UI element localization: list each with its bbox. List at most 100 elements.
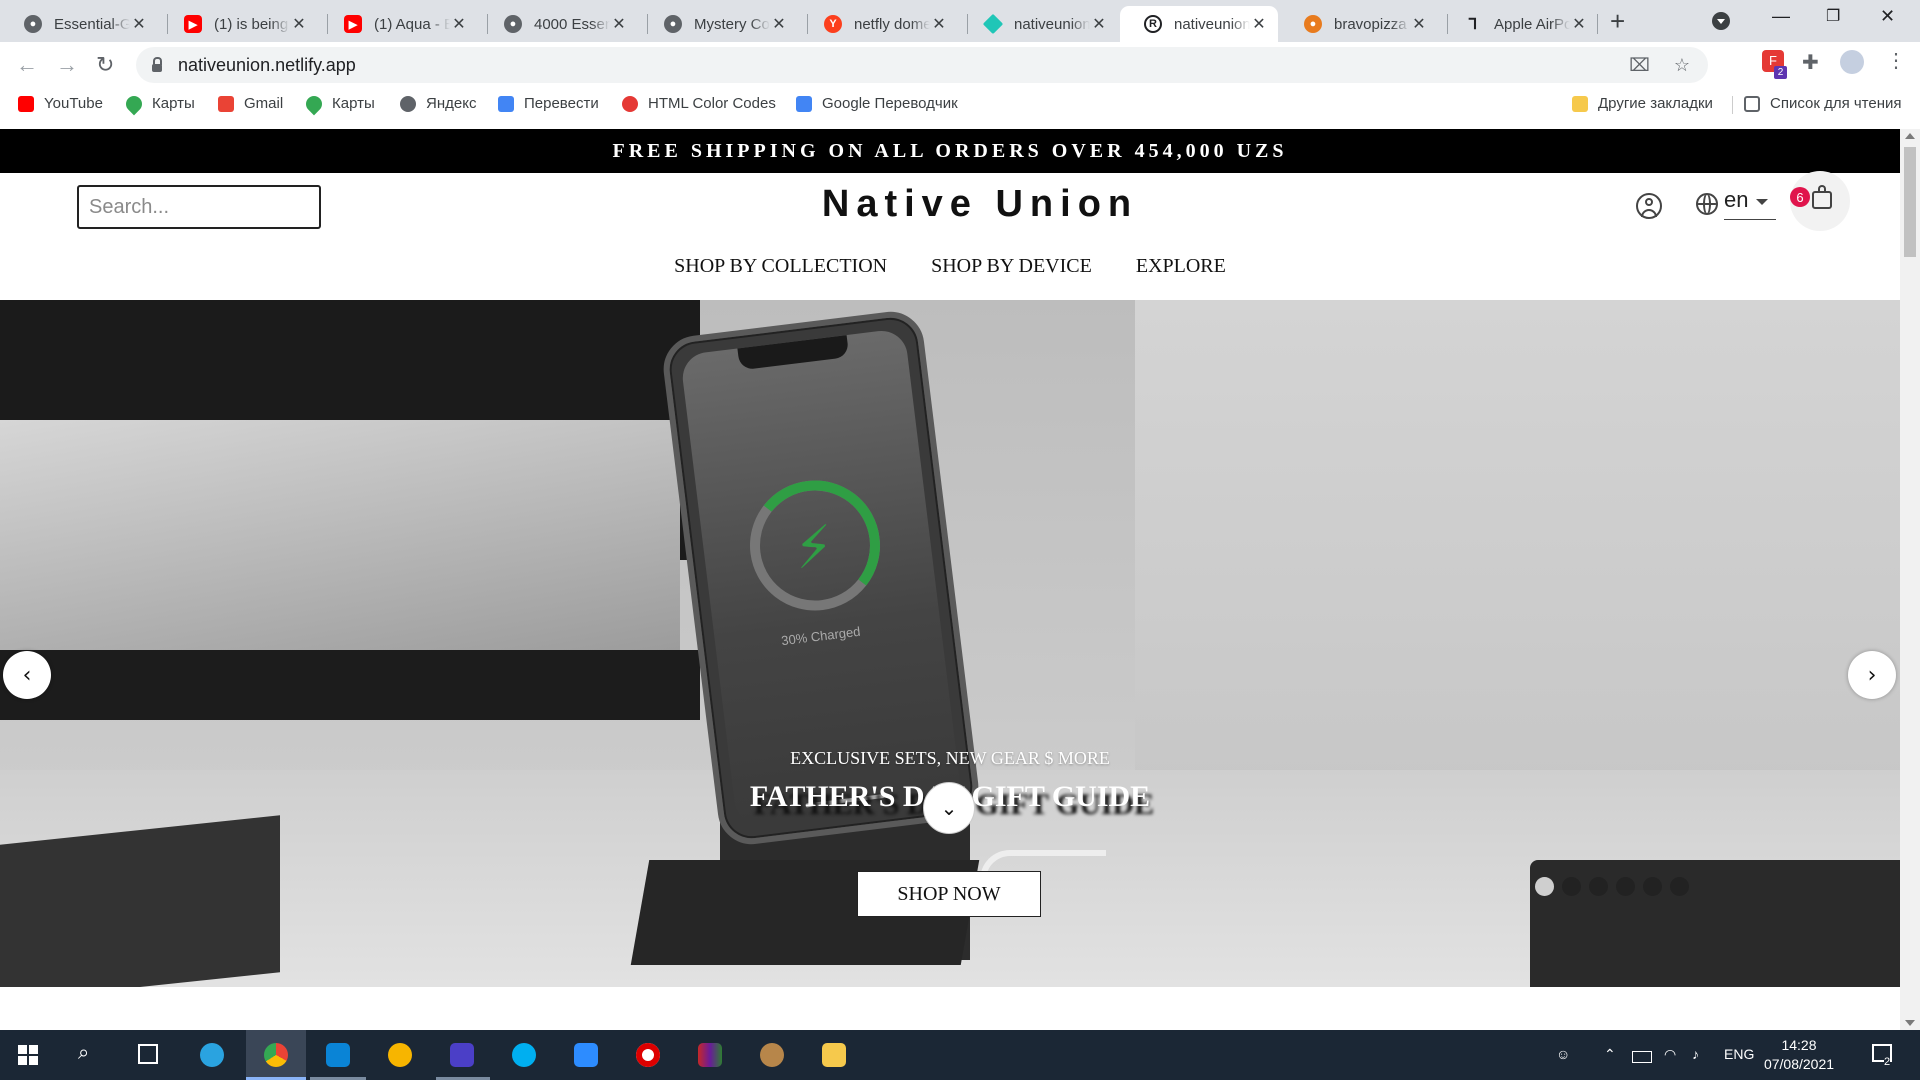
scrollbar-thumb[interactable] <box>1904 147 1916 257</box>
windows-start-icon[interactable] <box>18 1045 38 1065</box>
browser-tab[interactable]: ▶ (1) Aqua - B ✕ <box>320 6 478 42</box>
close-tab-icon[interactable]: ✕ <box>1410 14 1428 34</box>
vscode-icon[interactable] <box>326 1043 350 1067</box>
browser-tab-active[interactable]: R nativeunion ✕ <box>1120 6 1278 42</box>
winrar-icon[interactable] <box>698 1043 722 1067</box>
file-explorer-icon[interactable] <box>822 1043 846 1067</box>
browser-tab[interactable]: ● 4000 Essent ✕ <box>480 6 638 42</box>
search-input[interactable] <box>77 185 321 229</box>
cart-button[interactable]: 6 <box>1790 171 1850 231</box>
wifi-icon[interactable]: ◠ <box>1664 1046 1676 1063</box>
forward-button[interactable]: → <box>56 52 78 78</box>
zoom-icon[interactable] <box>574 1043 598 1067</box>
carousel-dot[interactable] <box>1535 877 1554 896</box>
restore-button[interactable]: ❐ <box>1826 6 1840 26</box>
bookmark-google-translate[interactable]: Google Переводчик <box>796 95 958 112</box>
globe-icon: ● <box>24 15 42 33</box>
scroll-down-button[interactable]: ⌄ <box>923 782 975 834</box>
bookmark-youtube[interactable]: YouTube <box>18 95 103 112</box>
globe-icon[interactable] <box>1696 193 1718 215</box>
bookmark-label: Gmail <box>244 95 284 112</box>
scroll-down-arrow-icon[interactable] <box>1905 1020 1915 1026</box>
carousel-dot[interactable] <box>1670 877 1689 896</box>
task-view-icon[interactable] <box>138 1044 158 1064</box>
bookmark-gmail[interactable]: Gmail <box>218 95 283 112</box>
browser-tab[interactable]: nativeunion ✕ <box>960 6 1118 42</box>
close-tab-icon[interactable]: ✕ <box>290 14 308 34</box>
page-scrollbar[interactable] <box>1900 129 1920 1030</box>
chrome-icon[interactable] <box>264 1043 288 1067</box>
bookmark-star-icon[interactable]: ☆ <box>1674 55 1690 76</box>
profile-avatar[interactable] <box>1840 50 1864 74</box>
shop-now-button[interactable]: SHOP NOW <box>857 871 1041 917</box>
netlify-icon <box>982 13 1004 35</box>
language-select[interactable]: en <box>1724 187 1776 220</box>
system-clock[interactable]: 14:28 07/08/2021 <box>1750 1036 1848 1074</box>
maps-icon <box>302 92 326 115</box>
browser-tab[interactable]: ● Essential-Gr ✕ <box>0 6 158 42</box>
carousel-next-button[interactable]: › <box>1848 651 1896 699</box>
people-icon[interactable]: ☺ <box>1556 1046 1570 1062</box>
close-tab-icon[interactable]: ✕ <box>130 14 148 34</box>
close-tab-icon[interactable]: ✕ <box>930 14 948 34</box>
bookmarks-divider <box>1732 96 1733 114</box>
tab-title: (1) is being <box>214 15 289 33</box>
figma-icon[interactable] <box>450 1043 474 1067</box>
close-tab-icon[interactable]: ✕ <box>610 14 628 34</box>
battery-icon[interactable] <box>1632 1051 1652 1063</box>
lock-icon[interactable] <box>152 57 162 72</box>
windows-taskbar: ⌕ ☺ ⌃ ◠ ♪ ENG 14:28 07/08/2021 2 <box>0 1030 1920 1080</box>
menu-icon[interactable]: ⋮ <box>1886 48 1906 73</box>
url-text[interactable]: nativeunion.netlify.app <box>178 55 356 76</box>
close-tab-icon[interactable]: ✕ <box>1250 14 1268 34</box>
carousel-dot[interactable] <box>1589 877 1608 896</box>
reading-list[interactable]: Список для чтения <box>1744 95 1902 112</box>
bookmark-translate[interactable]: Перевести <box>498 95 599 112</box>
scroll-up-arrow-icon[interactable] <box>1905 133 1915 139</box>
nav-explore[interactable]: EXPLORE <box>1136 255 1226 278</box>
address-bar[interactable]: nativeunion.netlify.app ⌧ ☆ <box>136 47 1708 83</box>
bookmark-yandex[interactable]: Яндекс <box>400 95 476 112</box>
back-button[interactable]: ← <box>16 52 38 78</box>
minimize-button[interactable]: — <box>1772 6 1790 27</box>
bookmark-maps[interactable]: Карты <box>122 92 195 115</box>
chevron-down-icon <box>1756 199 1768 205</box>
skype-icon[interactable] <box>512 1043 536 1067</box>
browser-tab[interactable]: ▶ (1) is being ✕ <box>160 6 318 42</box>
close-tab-icon[interactable]: ✕ <box>770 14 788 34</box>
bookmark-html-colors[interactable]: HTML Color Codes <box>622 95 776 112</box>
tab-search-icon[interactable] <box>1712 12 1730 30</box>
app-icon[interactable] <box>388 1043 412 1067</box>
app-icon[interactable] <box>760 1043 784 1067</box>
browser-tab[interactable]: Y netfly dome ✕ <box>800 6 958 42</box>
puzzle-icon[interactable]: ✚ <box>1802 50 1819 75</box>
close-tab-icon[interactable]: ✕ <box>1570 14 1588 34</box>
other-bookmarks[interactable]: Другие закладки <box>1572 95 1713 112</box>
charge-status: 30% Charged <box>780 623 862 649</box>
browser-tab[interactable]: ⅂ Apple AirPo ✕ <box>1440 6 1598 42</box>
airpods-icon: ⅂ <box>1468 16 1478 33</box>
bookmark-maps[interactable]: Карты <box>302 92 375 115</box>
site-logo[interactable]: Native Union <box>760 183 1200 226</box>
translate-icon[interactable]: ⌧ <box>1629 55 1650 76</box>
nav-shop-by-collection[interactable]: SHOP BY COLLECTION <box>674 255 887 278</box>
volume-icon[interactable]: ♪ <box>1692 1046 1699 1062</box>
close-window-button[interactable]: ✕ <box>1880 6 1895 27</box>
close-tab-icon[interactable]: ✕ <box>450 14 468 34</box>
reload-button[interactable]: ↻ <box>96 52 114 78</box>
carousel-dot[interactable] <box>1616 877 1635 896</box>
carousel-prev-button[interactable]: ‹ <box>3 651 51 699</box>
record-icon[interactable] <box>636 1043 660 1067</box>
browser-tab[interactable]: ● Mystery Co ✕ <box>640 6 798 42</box>
close-tab-icon[interactable]: ✕ <box>1090 14 1108 34</box>
maps-icon <box>122 92 146 115</box>
chevron-up-icon[interactable]: ⌃ <box>1604 1046 1616 1063</box>
nav-shop-by-device[interactable]: SHOP BY DEVICE <box>931 255 1092 278</box>
browser-tab[interactable]: ● bravopizza ✕ <box>1280 6 1438 42</box>
carousel-dot[interactable] <box>1562 877 1581 896</box>
carousel-dot[interactable] <box>1643 877 1662 896</box>
new-tab-button[interactable]: + <box>1610 8 1625 34</box>
telegram-icon[interactable] <box>200 1043 224 1067</box>
search-icon[interactable]: ⌕ <box>78 1042 89 1065</box>
account-icon[interactable] <box>1636 193 1662 219</box>
